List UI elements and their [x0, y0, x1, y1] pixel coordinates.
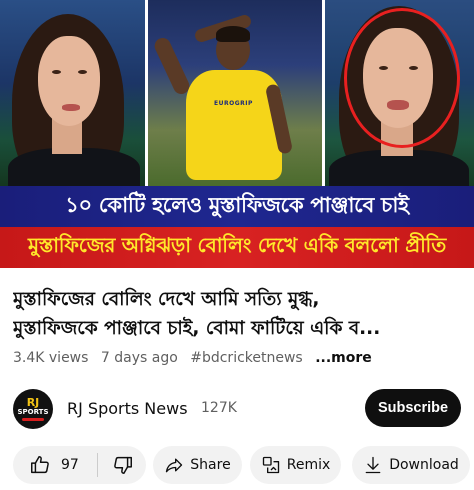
remix-icon — [261, 455, 281, 475]
like-count: 97 — [61, 457, 79, 473]
channel-name[interactable]: RJ Sports News — [67, 399, 188, 418]
jersey-sponsor-text: EUROGRIP — [214, 100, 253, 107]
download-icon — [363, 455, 383, 475]
remix-button[interactable]: Remix — [250, 446, 341, 484]
like-button[interactable]: 97 — [13, 446, 79, 484]
thumbnail-banner-bottom-text: মুস্তাফিজের অগ্নিঝড়া বোলিং দেখে একি বলল… — [28, 233, 446, 257]
thumbnail-banner-top-text: ১০ কোটি হলেও মুস্তাফিজকে পাঞ্জাবে চাই — [65, 193, 409, 217]
subscriber-count: 127K — [201, 400, 237, 416]
thumbnail-banner-top: ১০ কোটি হলেও মুস্তাফিজকে পাঞ্জাবে চাই — [0, 186, 474, 227]
thumbnail-left-panel — [0, 0, 146, 186]
dislike-button[interactable] — [98, 446, 134, 484]
thumbs-up-icon — [29, 454, 51, 476]
share-arrow-icon — [164, 455, 184, 475]
share-button[interactable]: Share — [153, 446, 242, 484]
video-title-line1: মুস্তাফিজের বোলিং দেখে আমি সত্যি মুগ্ধ, — [13, 289, 320, 310]
view-count: 3.4K views — [13, 350, 89, 366]
highlight-circle — [344, 8, 460, 148]
share-label: Share — [190, 457, 231, 473]
download-label: Download — [389, 457, 459, 473]
download-button[interactable]: Download — [352, 446, 470, 484]
like-dislike-chip: 97 — [13, 446, 146, 484]
thumbs-down-icon — [112, 454, 134, 476]
more-button[interactable]: ...more — [315, 350, 372, 366]
channel-avatar[interactable]: RJ SPORTS — [13, 389, 53, 429]
upload-age: 7 days ago — [100, 350, 178, 366]
video-title-line2: মুস্তাফিজকে পাঞ্জাবে চাই, বোমা ফাটিয়ে এ… — [13, 318, 381, 339]
video-thumbnail[interactable]: EUROGRIP ১০ কোটি হলেও মুস্তাফিজকে পাঞ্জা… — [0, 0, 474, 268]
subscribe-button[interactable]: Subscribe — [365, 389, 461, 427]
video-title[interactable]: মুস্তাফিজের বোলিং দেখে আমি সত্যি মুগ্ধ, … — [13, 285, 465, 343]
thumbnail-banner-bottom: মুস্তাফিজের অগ্নিঝড়া বোলিং দেখে একি বলল… — [0, 227, 474, 268]
remix-label: Remix — [286, 457, 331, 473]
thumbnail-middle-panel: EUROGRIP — [146, 0, 323, 186]
avatar-text-top: RJ — [26, 396, 40, 409]
hashtag-link[interactable]: #bdcricketnews — [190, 350, 303, 366]
video-metadata[interactable]: 3.4K views 7 days ago #bdcricketnews ...… — [13, 350, 380, 366]
avatar-text-bottom: SPORTS — [17, 408, 49, 416]
